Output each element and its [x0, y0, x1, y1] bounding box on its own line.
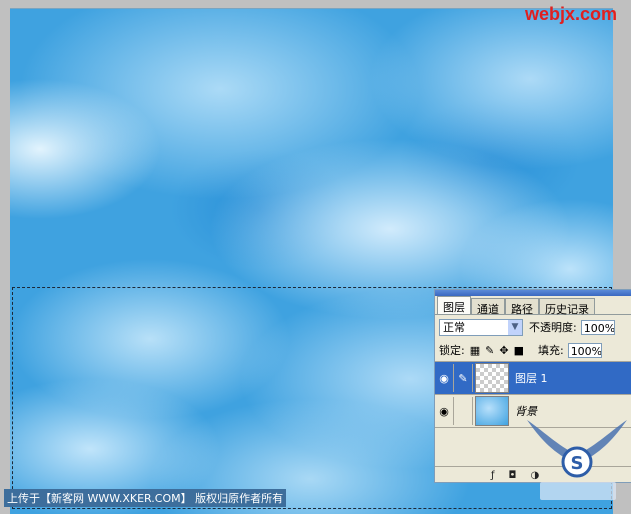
tab-channels[interactable]: 通道: [471, 298, 505, 316]
lock-label: 锁定:: [439, 344, 465, 357]
layer-style-icon[interactable]: ƒ: [491, 470, 495, 481]
fill-input[interactable]: 100%: [567, 342, 602, 358]
tab-history[interactable]: 历史记录: [539, 298, 595, 316]
blend-mode-select[interactable]: 正常 ▼: [439, 318, 523, 336]
layer-mask-icon[interactable]: ◘: [509, 470, 517, 481]
link-slot[interactable]: [453, 397, 473, 425]
copyright-caption: 上传于【新客网 WWW.XKER.COM】 版权归原作者所有: [4, 489, 287, 507]
fill-label: 填充:: [537, 344, 564, 357]
eye-icon[interactable]: ◉: [435, 405, 453, 418]
panel-tabs: 图层 通道 路径 历史记录: [435, 296, 631, 316]
tab-layers[interactable]: 图层: [437, 296, 471, 314]
lock-all-icon[interactable]: ■: [514, 344, 524, 357]
layer-thumbnail: [475, 396, 509, 426]
watermark-text: webjx.com: [524, 4, 617, 24]
lock-move-icon[interactable]: ✥: [499, 344, 508, 357]
lock-brush-icon[interactable]: ✎: [485, 344, 494, 357]
opacity-label: 不透明度:: [529, 321, 577, 334]
layer-thumbnail: [475, 363, 509, 393]
wing-logo: S: [527, 420, 627, 500]
chevron-down-icon[interactable]: ▼: [508, 319, 522, 335]
brush-icon[interactable]: ✎: [453, 364, 473, 392]
lock-transparency-icon[interactable]: ▦: [470, 344, 480, 357]
blend-mode-value: 正常: [443, 321, 465, 334]
eye-icon[interactable]: ◉: [435, 372, 453, 385]
tab-paths[interactable]: 路径: [505, 298, 539, 316]
layer-name[interactable]: 图层 1: [515, 370, 548, 386]
svg-text:S: S: [571, 453, 584, 474]
layer-row-1[interactable]: ◉ ✎ 图层 1: [435, 362, 631, 395]
opacity-input[interactable]: 100%: [580, 319, 615, 335]
